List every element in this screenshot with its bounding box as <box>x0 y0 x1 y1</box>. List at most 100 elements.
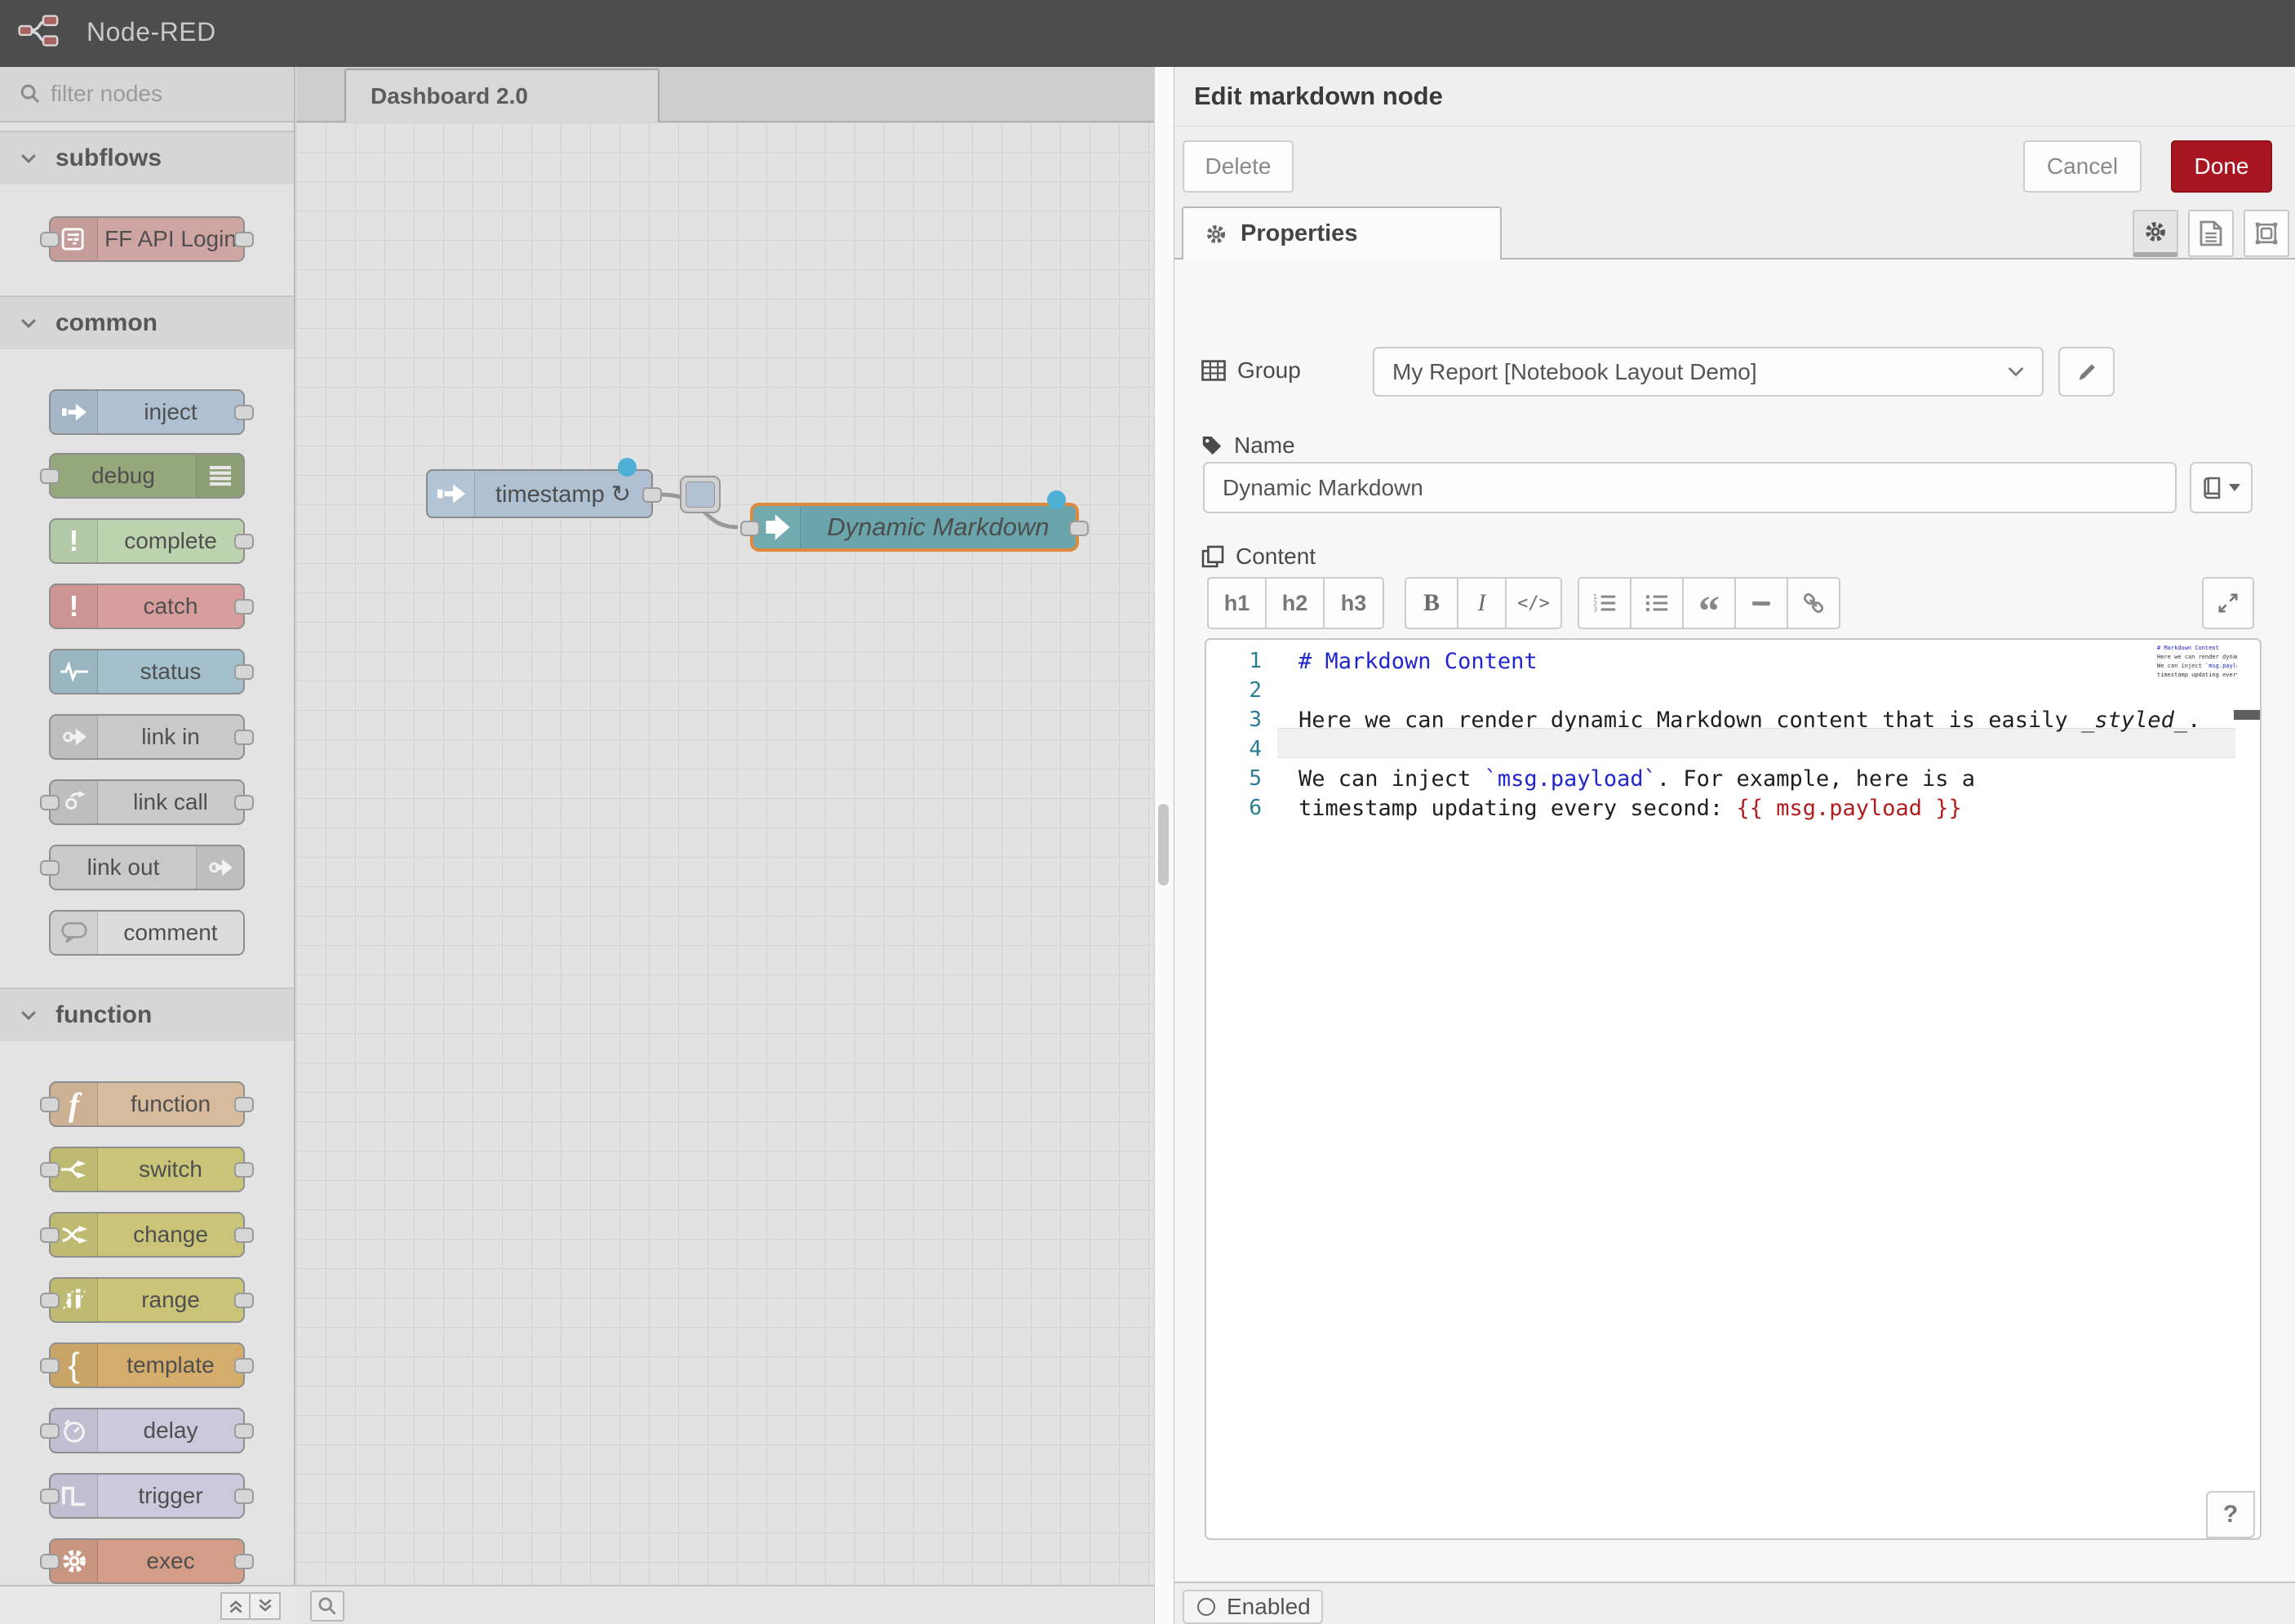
output-port <box>234 1423 254 1439</box>
properties-gear-button[interactable] <box>2133 210 2178 257</box>
link-button[interactable] <box>1787 577 1840 629</box>
palette-node-range[interactable]: range <box>49 1277 245 1323</box>
line-number: 2 <box>1206 676 1262 705</box>
workspace-tab-bar: Dashboard 2.0 <box>296 67 1154 122</box>
code-line-5: We can inject `msg.payload`. For example… <box>1298 764 1975 793</box>
palette-node-comment[interactable]: comment <box>49 910 245 956</box>
palette-node-template[interactable]: { template <box>49 1342 245 1388</box>
edit-group-pencil-button[interactable] <box>2058 347 2115 397</box>
pages-icon <box>1201 545 1224 568</box>
unordered-list-button[interactable] <box>1630 577 1684 629</box>
chevron-down-icon <box>20 317 38 330</box>
input-port <box>40 468 60 484</box>
inject-trigger-button[interactable] <box>680 476 721 513</box>
collapse-all-button[interactable] <box>220 1592 251 1620</box>
markdown-code-editor[interactable]: 1 2 3 4 5 6 # Markdown Content Here we c… <box>1205 638 2262 1540</box>
expand-all-button[interactable] <box>251 1592 281 1620</box>
category-items-function: f function switch change <box>0 1041 294 1585</box>
changed-indicator-dot <box>1047 490 1066 509</box>
line-number: 6 <box>1206 793 1262 823</box>
palette-node-link-call[interactable]: link call <box>49 779 245 825</box>
code-line-3: Here we can render dynamic Markdown cont… <box>1298 705 2200 734</box>
palette-node-label: inject <box>98 391 243 433</box>
palette-footer <box>0 1585 296 1624</box>
flow-canvas[interactable]: timestamp ↻ Dynamic Markdown <box>296 122 1154 1585</box>
output-port <box>234 405 254 420</box>
name-type-book-button[interactable] <box>2190 462 2253 513</box>
palette-node-label: complete <box>98 520 243 562</box>
code-button[interactable]: </> <box>1505 577 1562 629</box>
gear-icon <box>1205 223 1227 246</box>
category-subflows[interactable]: subflows <box>0 131 294 184</box>
ordered-list-button[interactable]: 123 <box>1578 577 1631 629</box>
output-port <box>234 1358 254 1373</box>
heading2-button[interactable]: h2 <box>1265 577 1325 629</box>
done-button[interactable]: Done <box>2171 140 2272 193</box>
palette-node-label: link in <box>98 716 243 758</box>
enabled-toggle-button[interactable]: Enabled <box>1183 1590 1323 1624</box>
expand-editor-button[interactable] <box>2202 577 2254 629</box>
palette-node-change[interactable]: change <box>49 1212 245 1258</box>
category-common[interactable]: common <box>0 295 294 349</box>
input-port <box>40 1489 60 1504</box>
tray-footer: Enabled <box>1174 1582 2295 1624</box>
flow-node-dynamic-markdown[interactable]: Dynamic Markdown <box>750 503 1079 552</box>
category-label: common <box>55 309 158 337</box>
palette-node-inject[interactable]: inject <box>49 389 245 435</box>
description-doc-button[interactable] <box>2188 210 2234 257</box>
node-red-editor: Node-RED subflows FF API Login <box>0 0 2295 1624</box>
tab-properties[interactable]: Properties <box>1182 206 1502 260</box>
filter-nodes-input[interactable] <box>51 81 271 107</box>
output-port <box>234 1293 254 1308</box>
palette-node-trigger[interactable]: trigger <box>49 1473 245 1519</box>
category-label: function <box>55 1001 152 1029</box>
flow-node-timestamp[interactable]: timestamp ↻ <box>426 469 653 518</box>
output-port <box>234 730 254 745</box>
palette-node-delay[interactable]: delay <box>49 1408 245 1453</box>
palette-node-status[interactable]: status <box>49 649 245 694</box>
palette-node-label: comment <box>98 912 243 954</box>
palette-node-label: exec <box>98 1540 243 1582</box>
category-label: subflows <box>55 144 162 172</box>
palette-node-ff-api-login[interactable]: FF API Login <box>49 216 245 262</box>
bold-button[interactable]: B <box>1405 577 1458 629</box>
italic-button[interactable]: I <box>1457 577 1507 629</box>
scrollbar-handle[interactable] <box>1158 804 1169 885</box>
input-port <box>40 1097 60 1112</box>
tray-title: Edit markdown node <box>1194 82 1443 111</box>
output-port[interactable] <box>1069 521 1089 536</box>
group-select[interactable]: My Report [Notebook Layout Demo] <box>1373 347 2044 397</box>
palette-node-complete[interactable]: ! complete <box>49 518 245 564</box>
canvas-scrollbar[interactable] <box>1154 67 1174 1624</box>
caret-down-icon <box>2229 484 2240 491</box>
output-port <box>234 1162 254 1178</box>
blockquote-button[interactable]: “ <box>1682 577 1736 629</box>
tag-icon <box>1201 435 1223 456</box>
editor-help-button[interactable]: ? <box>2206 1491 2255 1538</box>
tab-dashboard-2-0[interactable]: Dashboard 2.0 <box>344 69 659 122</box>
output-port <box>234 1489 254 1504</box>
palette-node-switch[interactable]: switch <box>49 1147 245 1192</box>
palette-node-exec[interactable]: exec <box>49 1538 245 1584</box>
category-function[interactable]: function <box>0 987 294 1041</box>
name-input[interactable] <box>1203 462 2177 513</box>
palette-node-debug[interactable]: debug <box>49 453 245 499</box>
group-field-label: Group <box>1201 357 1301 384</box>
horizontal-rule-button[interactable] <box>1734 577 1788 629</box>
delete-button[interactable]: Delete <box>1183 140 1294 193</box>
palette-node-link-in[interactable]: link in <box>49 714 245 760</box>
markdown-toolbar: h1 h2 h3 B I </> 123 “ <box>1174 577 2295 629</box>
appearance-frame-button[interactable] <box>2244 210 2289 257</box>
output-port[interactable] <box>642 487 662 503</box>
heading3-button[interactable]: h3 <box>1323 577 1384 629</box>
palette-node-catch[interactable]: ! catch <box>49 583 245 629</box>
navigator-magnifier-button[interactable] <box>310 1591 344 1622</box>
palette-node-function[interactable]: f function <box>49 1081 245 1127</box>
link-in-icon <box>51 716 98 758</box>
search-icon <box>20 83 41 104</box>
chevron-down-icon <box>20 1009 38 1022</box>
palette-node-link-out[interactable]: link out <box>49 845 245 890</box>
cancel-button[interactable]: Cancel <box>2023 140 2142 193</box>
input-port[interactable] <box>740 521 760 536</box>
heading1-button[interactable]: h1 <box>1207 577 1267 629</box>
